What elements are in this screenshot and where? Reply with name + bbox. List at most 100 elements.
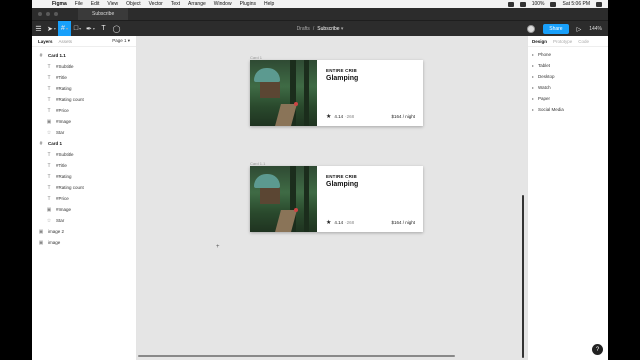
menu-clock[interactable]: Sat 5:06 PM (562, 1, 590, 7)
frame-preset-label: Desktop (538, 74, 555, 79)
frame-preset-item[interactable]: ▸ Watch (528, 82, 608, 93)
main-menu-button[interactable]: ☰ (32, 21, 45, 37)
layer-row[interactable]: ▣ image 2 (32, 226, 136, 237)
share-button[interactable]: Share (543, 24, 569, 34)
text-layer-icon: T (47, 184, 51, 191)
design-canvas[interactable]: Card 1 ENTIRE CRIB Glamping ★ 4.14 ·268 … (137, 36, 527, 360)
layer-row[interactable]: ▣ image (32, 237, 136, 248)
frame-preset-label: Watch (538, 85, 551, 90)
user-avatar[interactable] (527, 25, 536, 33)
layer-row[interactable]: T #Rating count (32, 182, 136, 193)
layer-row[interactable]: T #Title (32, 160, 136, 171)
chevron-right-icon: ▸ (532, 63, 535, 68)
text-icon: T (101, 25, 106, 32)
layer-label: image (48, 240, 61, 245)
frame-preset-item[interactable]: ▸ Desktop (528, 71, 608, 82)
menu-window[interactable]: Window (214, 1, 232, 7)
present-play-icon[interactable]: ▷ (577, 26, 582, 33)
shape-tool-button[interactable]: □ ▾ (71, 21, 84, 37)
tab-code[interactable]: Code (578, 39, 589, 44)
close-window-button[interactable] (38, 12, 42, 16)
help-button[interactable]: ? (592, 344, 603, 355)
menu-edit[interactable]: Edit (91, 1, 100, 7)
layer-row[interactable]: T #Rating (32, 171, 136, 182)
card-rating-count: ·268 (345, 220, 355, 225)
card-image (250, 166, 317, 232)
menu-view[interactable]: View (107, 1, 118, 7)
tab-design[interactable]: Design (532, 39, 547, 44)
macos-menu-bar: Figma File Edit View Object Vector Text … (32, 0, 608, 8)
star-layer-icon: ☆ (46, 129, 52, 136)
layer-row[interactable]: ☆ Star (32, 215, 136, 226)
menu-text[interactable]: Text (171, 1, 180, 7)
menu-vector[interactable]: Vector (149, 1, 163, 7)
tab-prototype[interactable]: Prototype (553, 39, 572, 44)
rectangle-icon: □ (73, 25, 79, 32)
text-tool-button[interactable]: T (97, 21, 110, 37)
layer-row[interactable]: ☆ Star (32, 127, 136, 138)
screen-record-icon[interactable] (507, 1, 514, 7)
pen-tool-button[interactable]: ✒ ▾ (84, 21, 97, 37)
layer-row[interactable]: T #Rating (32, 83, 136, 94)
horizontal-scrollbar[interactable] (138, 355, 455, 357)
tab-layers[interactable]: Layers (38, 39, 53, 44)
menu-file[interactable]: File (75, 1, 83, 7)
layer-row[interactable]: T #Subtitle (32, 149, 136, 160)
frame-preset-item[interactable]: ▸ Phone (528, 49, 608, 60)
figma-window: Figma File Edit View Object Vector Text … (32, 0, 608, 360)
frame-tool-button[interactable]: # ▾ (58, 20, 71, 37)
card-rating-count: ·268 (345, 114, 355, 119)
minimize-window-button[interactable] (46, 12, 50, 16)
menu-plugins[interactable]: Plugins (240, 1, 256, 7)
move-tool-button[interactable]: ➤ ▾ (45, 21, 58, 37)
breadcrumb-drafts[interactable]: Drafts (297, 26, 310, 32)
card-frame-2[interactable]: ENTIRE CRIB Glamping ★ 4.14 ·268 $164 / … (250, 166, 423, 232)
text-layer-icon: T (47, 195, 51, 202)
layer-row[interactable]: T #Price (32, 193, 136, 204)
chevron-right-icon: ▸ (532, 85, 535, 90)
layer-label: #Subtitle (56, 64, 74, 69)
photo-flower (294, 208, 298, 212)
layer-label: Star (56, 218, 65, 223)
breadcrumb-file-name[interactable]: Subscribe (317, 26, 339, 32)
photo-dome (254, 174, 280, 188)
layer-row[interactable]: ▣ #Image (32, 204, 136, 215)
pen-icon: ✒ (86, 25, 92, 33)
chevron-right-icon: ▸ (532, 52, 535, 57)
card-frame-1[interactable]: ENTIRE CRIB Glamping ★ 4.14 ·268 $164 / … (250, 60, 423, 126)
text-layer-icon: T (47, 96, 51, 103)
file-tab-subscribe[interactable]: Subscribe (78, 8, 129, 20)
layer-label: Star (56, 130, 65, 135)
chevron-right-icon: ▸ (532, 74, 535, 79)
control-center-icon[interactable] (596, 1, 602, 7)
layer-row[interactable]: T #Title (32, 72, 136, 83)
menu-app-name[interactable]: Figma (52, 1, 67, 7)
zoom-level[interactable]: 144% (589, 26, 602, 32)
photo-flower (294, 102, 298, 106)
layer-row[interactable]: T #Price (32, 105, 136, 116)
menu-arrange[interactable]: Arrange (188, 1, 206, 7)
menu-object[interactable]: Object (126, 1, 140, 7)
design-panel-tabs: Design Prototype Code (528, 36, 608, 47)
battery-icon[interactable] (550, 1, 557, 7)
menu-help[interactable]: Help (264, 1, 274, 7)
zoom-window-button[interactable] (54, 12, 58, 16)
frame-preset-item[interactable]: ▸ Paper (528, 93, 608, 104)
layer-row[interactable]: T #Subtitle (32, 61, 136, 72)
figma-toolbar: ☰ ➤ ▾ # ▾ □ ▾ ✒ ▾ T ◯ Drafts / Subscribe ▾ S… (32, 20, 608, 37)
wifi-icon[interactable] (519, 1, 526, 7)
layer-row[interactable]: # Card 1 (32, 138, 136, 149)
layer-row[interactable]: T #Rating count (32, 94, 136, 105)
tab-assets[interactable]: Assets (59, 39, 73, 44)
layer-row[interactable]: ▣ #Image (32, 116, 136, 127)
layer-label: #Rating (56, 174, 72, 179)
frame-preset-item[interactable]: ▸ Tablet (528, 60, 608, 71)
card-price: $164 / night (391, 114, 415, 119)
frame-preset-item[interactable]: ▸ Social Media (528, 104, 608, 115)
card-subtitle: ENTIRE CRIB (326, 174, 357, 179)
page-selector[interactable]: Page 1 ▾ (112, 38, 130, 44)
layer-row[interactable]: # Card 1.1 (32, 50, 136, 61)
vertical-scrollbar[interactable] (522, 195, 524, 358)
comment-tool-button[interactable]: ◯ (110, 21, 123, 37)
frame-preset-label: Phone (538, 52, 552, 57)
